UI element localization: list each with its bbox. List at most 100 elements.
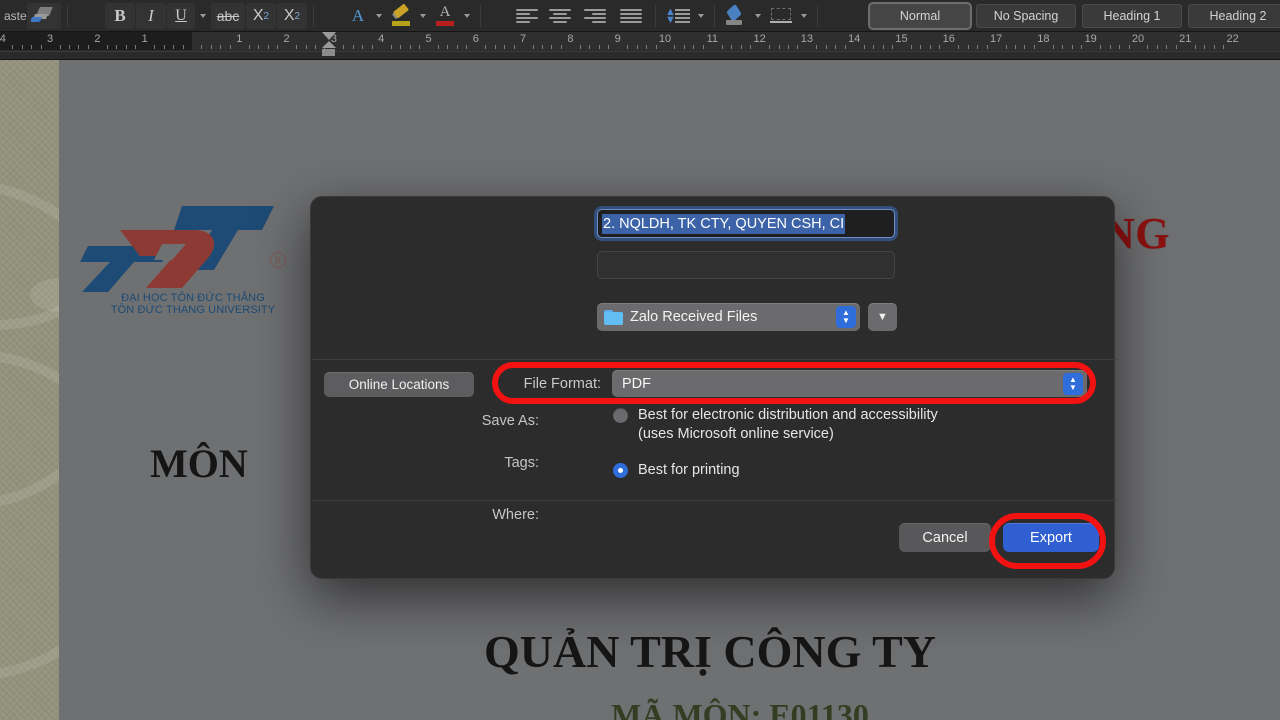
- first-line-indent-marker[interactable]: [322, 32, 336, 40]
- ruler-tick: [750, 45, 752, 49]
- strikethrough-button[interactable]: abc: [211, 3, 245, 29]
- file-format-dropdown[interactable]: PDF ▲ ▼: [612, 370, 1087, 397]
- chevron-down-icon: [464, 14, 470, 18]
- export-button[interactable]: Export: [1003, 523, 1099, 552]
- shading-button[interactable]: [720, 3, 750, 29]
- folder-icon: [604, 309, 623, 325]
- dialog-footer: Cancel Export: [311, 498, 1116, 578]
- ruler-tick: [683, 45, 685, 49]
- radio-best-for-printing[interactable]: Best for printing: [613, 461, 740, 480]
- cancel-button[interactable]: Cancel: [899, 523, 991, 552]
- radio-indicator-on[interactable]: [613, 463, 628, 478]
- stepper-icon[interactable]: ▲ ▼: [1063, 373, 1083, 395]
- shading-dropdown-button[interactable]: [751, 3, 765, 29]
- ruler-tick: [21, 45, 23, 49]
- ruler-number: 1: [141, 33, 148, 45]
- ruler-number: 9: [614, 33, 621, 45]
- ruler-tick: [220, 45, 222, 49]
- ruler-tick: [1194, 45, 1196, 49]
- save-as-input[interactable]: 2. NQLDH, TK CTY, QUYEN CSH, CI: [597, 209, 895, 238]
- bold-button[interactable]: B: [105, 3, 135, 29]
- font-color-button[interactable]: A: [431, 3, 459, 29]
- save-as-label: Save As:: [481, 413, 539, 429]
- ribbon-toolbar: aste B I U abc X2 X2 A A ▲ ▼ Normal No S…: [0, 0, 1280, 32]
- borders-dropdown-button[interactable]: [797, 3, 811, 29]
- ruler-tick: [797, 45, 799, 49]
- ruler-number: 19: [1084, 33, 1097, 45]
- ruler-tick: [106, 45, 108, 49]
- ruler-tick: [258, 45, 260, 49]
- ruler-tick: [352, 45, 354, 49]
- ruler-number: 21: [1179, 33, 1192, 45]
- online-locations-button[interactable]: Online Locations: [324, 372, 474, 397]
- ruler-tick: [229, 45, 231, 49]
- ruler-tick: [1175, 45, 1177, 49]
- align-justify-button[interactable]: [613, 3, 649, 29]
- ruler-number: 14: [848, 33, 861, 45]
- ruler-tick: [163, 45, 165, 49]
- line-spacing-button[interactable]: ▲ ▼: [661, 3, 693, 29]
- align-center-button[interactable]: [543, 3, 577, 29]
- borders-button[interactable]: [766, 3, 796, 29]
- expand-browser-button[interactable]: ▼: [868, 303, 897, 331]
- stepper-icon[interactable]: ▲ ▼: [836, 306, 856, 328]
- tags-input[interactable]: [597, 251, 895, 279]
- highlight-dropdown-button[interactable]: [416, 3, 430, 29]
- hanging-indent-marker[interactable]: [322, 41, 336, 48]
- text-effects-button[interactable]: A: [345, 3, 371, 29]
- style-no-spacing[interactable]: No Spacing: [976, 4, 1076, 28]
- ruler-tick: [1156, 45, 1158, 49]
- shading-icon: [724, 3, 746, 25]
- underline-dropdown-button[interactable]: [196, 3, 210, 29]
- align-left-icon: [516, 8, 538, 24]
- radio-electronic-distribution[interactable]: Best for electronic distribution and acc…: [613, 406, 1063, 444]
- ruler-number: 6: [472, 33, 479, 45]
- ruler-tick: [1213, 45, 1215, 49]
- underline-button[interactable]: U: [167, 3, 195, 29]
- ruler-tick: [787, 45, 789, 49]
- style-heading-2[interactable]: Heading 2: [1188, 4, 1280, 28]
- ruler-tick: [977, 45, 979, 49]
- ruler-tick: [693, 45, 695, 49]
- highlight-color-button[interactable]: [387, 3, 415, 29]
- ruler-number: 4: [378, 33, 385, 45]
- align-left-button[interactable]: [512, 3, 542, 29]
- ruler-tick: [560, 45, 562, 49]
- ruler-tick: [598, 45, 600, 49]
- divider: [714, 5, 715, 27]
- ruler-tick: [409, 45, 411, 49]
- ruler-tick: [513, 45, 515, 49]
- radio-label-printing: Best for printing: [638, 462, 740, 478]
- chevron-down-icon: [200, 14, 206, 18]
- font-color-dropdown-button[interactable]: [460, 3, 474, 29]
- paste-button-label[interactable]: aste: [0, 9, 27, 23]
- where-dropdown[interactable]: Zalo Received Files ▲ ▼: [597, 303, 860, 331]
- ruler-tick: [154, 45, 156, 49]
- align-right-button[interactable]: [578, 3, 612, 29]
- style-normal[interactable]: Normal: [868, 2, 972, 30]
- superscript-index: 2: [294, 10, 301, 22]
- ruler-tick: [627, 45, 629, 49]
- text-effects-dropdown-button[interactable]: [372, 3, 386, 29]
- style-heading-1[interactable]: Heading 1: [1082, 4, 1182, 28]
- ruler-tick: [437, 45, 439, 49]
- italic-button[interactable]: I: [136, 3, 166, 29]
- subscript-button[interactable]: X2: [246, 3, 276, 29]
- file-format-label: File Format:: [523, 376, 601, 392]
- format-painter-button[interactable]: [26, 3, 61, 29]
- superscript-button[interactable]: X2: [277, 3, 307, 29]
- left-indent-marker[interactable]: [322, 49, 335, 56]
- align-justify-icon: [620, 8, 642, 24]
- radio-label-line1: Best for electronic distribution and acc…: [638, 407, 938, 423]
- horizontal-ruler[interactable]: 4 3 2 1 1 2 3 4 5 6 7 8 9 10 11 12 13 14 15 16 17 18 19 20 21 22: [0, 32, 1280, 60]
- divider: [66, 5, 68, 27]
- ruler-tick: [608, 45, 610, 49]
- ruler-tick: [873, 45, 875, 49]
- radio-label-line2: (uses Microsoft online service): [638, 426, 834, 442]
- radio-indicator-off[interactable]: [613, 408, 628, 423]
- line-spacing-dropdown-button[interactable]: [694, 3, 708, 29]
- ruler-tick: [929, 45, 931, 49]
- ruler-tick: [40, 45, 42, 49]
- ruler-tick: [504, 45, 506, 49]
- screen: aste B I U abc X2 X2 A A ▲ ▼ Normal No S…: [0, 0, 1280, 720]
